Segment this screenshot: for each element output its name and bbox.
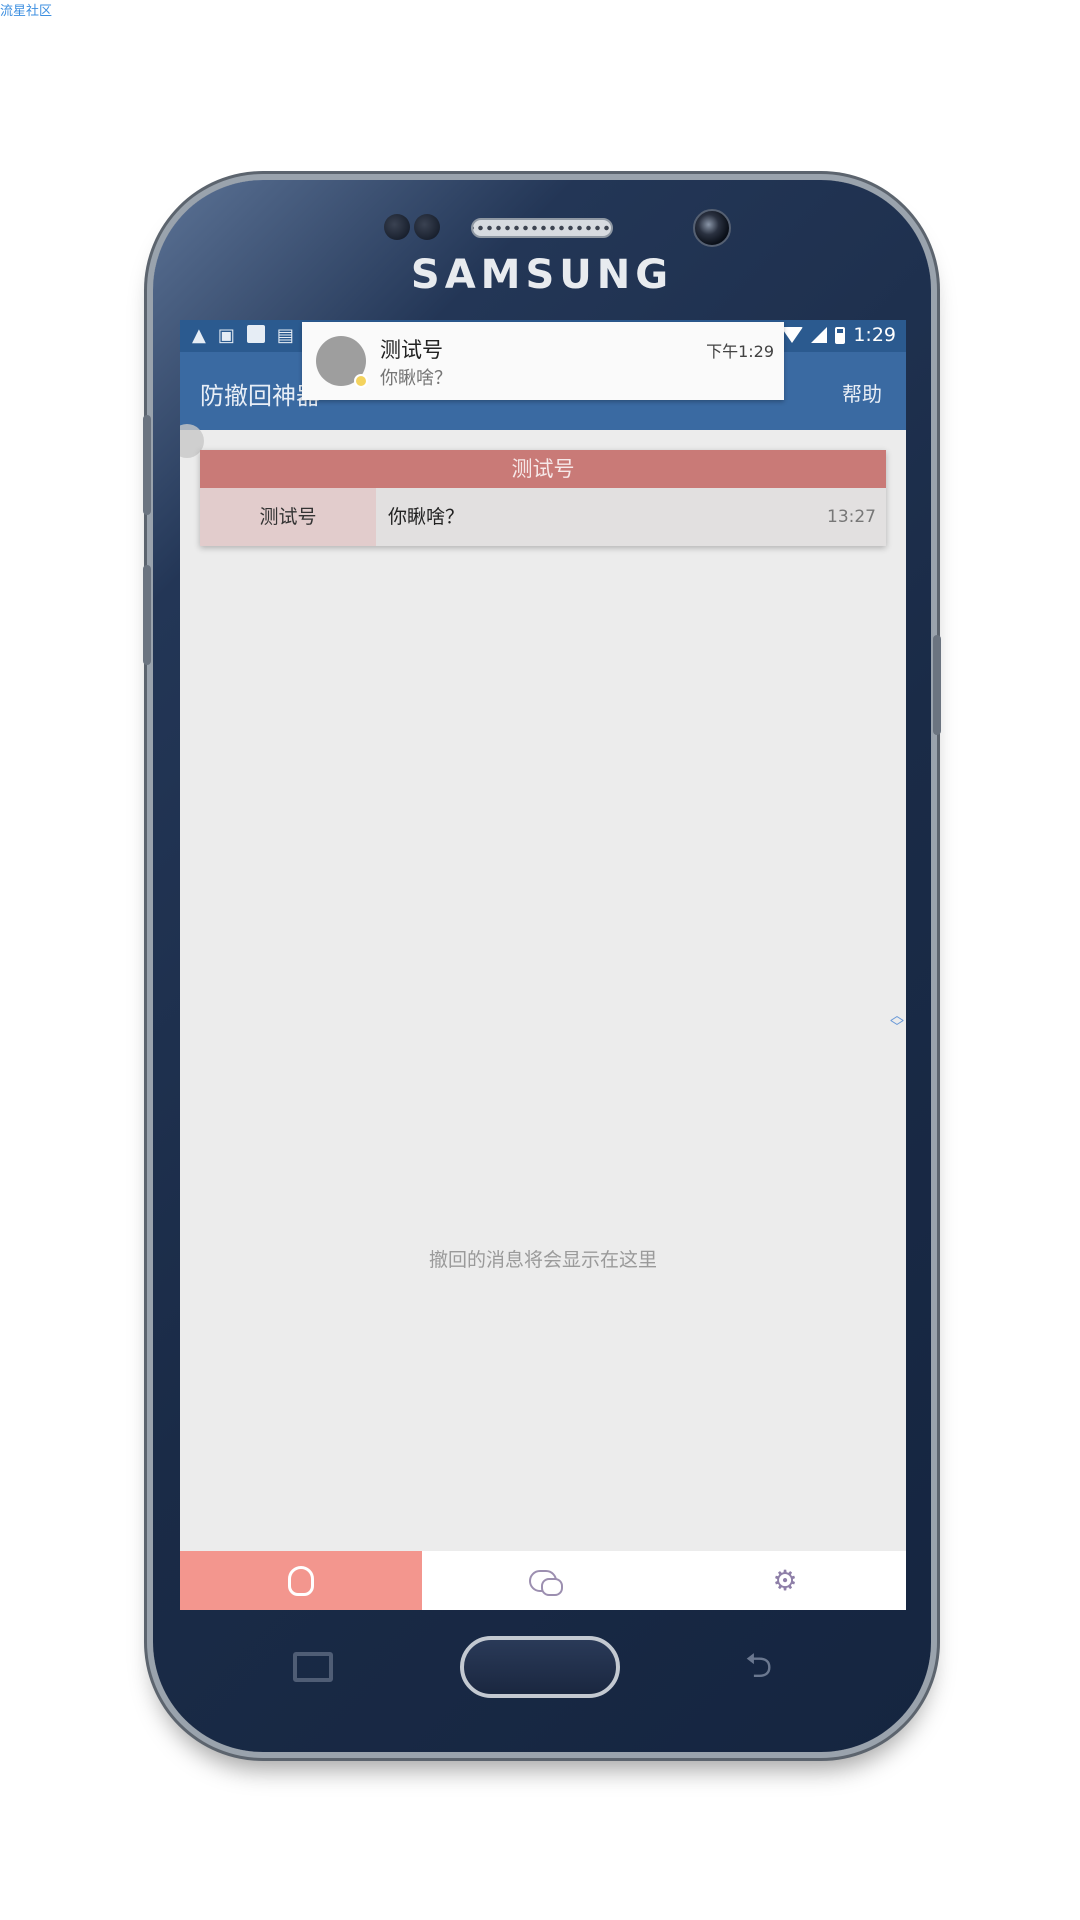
warning-icon: ▲ (192, 325, 206, 346)
notification-time: 下午1:29 (706, 342, 774, 361)
battery-icon (835, 326, 846, 344)
image-icon: ▣ (217, 325, 235, 346)
signal-icon (811, 327, 828, 343)
light-sensor (414, 214, 440, 240)
app-icon (246, 325, 265, 343)
earpiece-speaker (471, 218, 613, 238)
phone-screen: ▲ ▣ ▤ 1:29 防撤回神器 帮助 测试号 你瞅啥？ 下午1:29 测试号 … (180, 320, 906, 1610)
home-button[interactable] (460, 1636, 620, 1698)
status-time: 1:29 (853, 324, 896, 346)
notification-message: 你瞅啥？ (380, 368, 452, 389)
wifi-icon (781, 327, 804, 343)
power-button (933, 635, 941, 735)
proximity-sensor (384, 214, 410, 240)
status-notification-icons: ▲ ▣ ▤ (192, 325, 294, 346)
front-camera (693, 209, 731, 247)
tab-settings[interactable]: ⚙ (664, 1551, 906, 1610)
recent-apps-button[interactable] (293, 1652, 333, 1682)
status-system-icons: 1:29 (781, 324, 896, 346)
wechat-icon (529, 1569, 563, 1596)
tab-qq[interactable] (180, 1551, 422, 1610)
heads-up-notification[interactable]: 测试号 你瞅啥？ 下午1:29 (302, 322, 784, 400)
text-icon: ▤ (276, 325, 294, 346)
message-text: 你瞅啥？ (388, 506, 465, 528)
tab-wechat[interactable] (422, 1551, 664, 1610)
scroll-arrows-icon[interactable]: ︿ ﹀ (890, 1009, 904, 1035)
card-header: 测试号 (200, 450, 886, 488)
volume-down-button (143, 565, 151, 665)
volume-up-button (143, 415, 151, 515)
qq-penguin-icon (288, 1565, 314, 1596)
help-button[interactable]: 帮助 (842, 378, 882, 407)
device-brand-logo: SAMSUNG (410, 252, 674, 298)
gear-icon: ⚙ (772, 1564, 798, 1597)
recalled-message-row[interactable]: 测试号 你瞅啥？ 13:27 (200, 488, 886, 546)
bottom-navigation: ⚙ (180, 1551, 906, 1610)
notification-title: 测试号 (380, 338, 443, 362)
recalled-message-card[interactable]: 测试号 测试号 你瞅啥？ 13:27 (200, 450, 886, 546)
empty-hint: 撤回的消息将会显示在这里 (428, 1249, 657, 1271)
watermark-text: 流星社区 (0, 4, 53, 19)
message-sender: 测试号 (200, 488, 376, 546)
message-time: 13:27 (827, 507, 876, 527)
qq-badge-icon (354, 374, 368, 388)
back-icon[interactable]: ⮌ (745, 1642, 772, 1699)
